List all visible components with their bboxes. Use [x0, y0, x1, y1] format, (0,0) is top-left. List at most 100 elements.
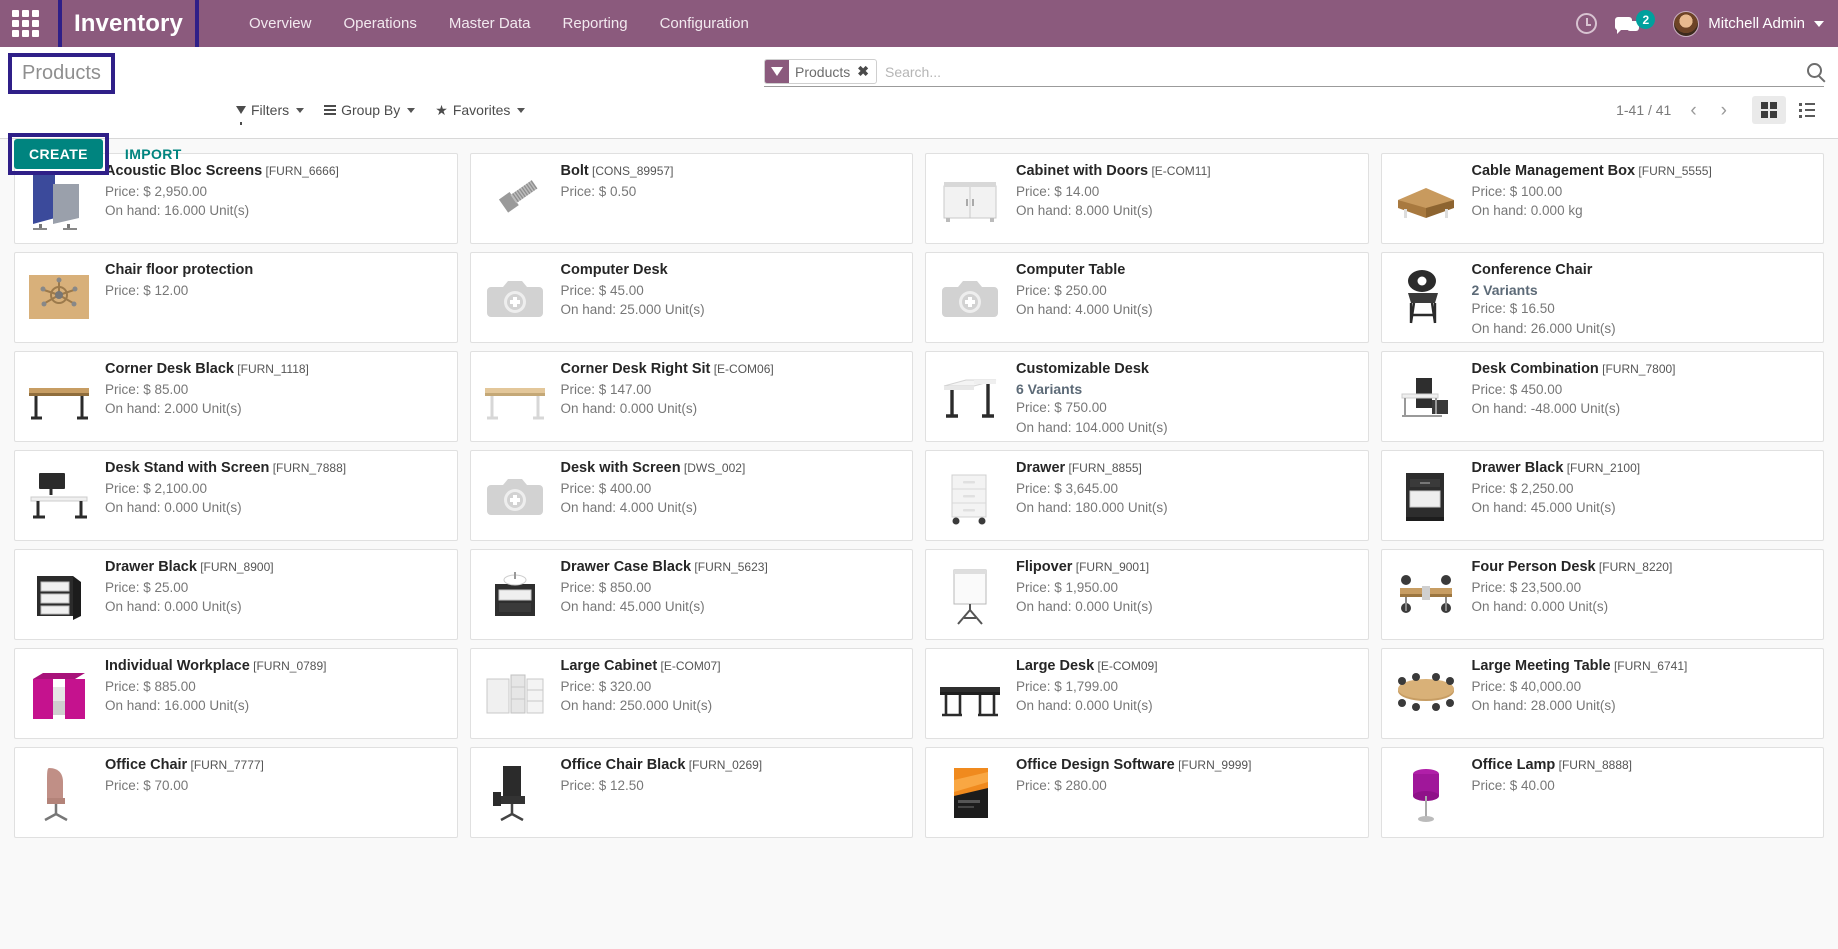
- product-price: Price: $ 400.00: [560, 480, 652, 496]
- product-name: Corner Desk Right Sit [E-COM06]: [560, 361, 774, 377]
- product-kanban-grid[interactable]: Acoustic Bloc Screens [FURN_6666] Price: …: [0, 139, 1838, 949]
- product-code: [DWS_002]: [680, 461, 746, 475]
- product-code: [E-COM11]: [1148, 164, 1211, 178]
- product-card[interactable]: Computer Table Price: $ 250.00 On hand: 4.…: [925, 252, 1369, 343]
- product-card[interactable]: Chair floor protection Price: $ 12.00: [14, 252, 458, 343]
- search-facet-remove-icon[interactable]: ✖: [856, 60, 876, 83]
- product-price: Price: $ 2,250.00: [1471, 480, 1574, 496]
- product-card[interactable]: Desk Stand with Screen [FURN_7888] Price:…: [14, 450, 458, 541]
- product-on-hand: On hand: 4.000 Unit(s): [1016, 302, 1153, 317]
- search-facet-products[interactable]: Products ✖: [764, 59, 877, 84]
- product-image: [477, 358, 553, 434]
- product-card-body: Office Design Software [FURN_9999] Price:…: [1016, 754, 1360, 831]
- product-card-body: Large Cabinet [E-COM07] Price: $ 320.00 On…: [561, 655, 905, 732]
- product-card-cell: Drawer Black [FURN_2100] Price: $ 2,250.0…: [1375, 446, 1831, 545]
- pager-previous-button[interactable]: ‹: [1685, 101, 1701, 120]
- product-name: Computer Table: [1016, 262, 1126, 278]
- product-code: [FURN_6741]: [1610, 659, 1688, 673]
- main-menu: Overview Operations Master Data Reportin…: [233, 8, 765, 39]
- product-card[interactable]: Office Design Software [FURN_9999] Price:…: [925, 747, 1369, 838]
- product-price: Price: $ 885.00: [105, 678, 196, 694]
- product-card[interactable]: Cabinet with Doors [E-COM11] Price: $ 14.…: [925, 153, 1369, 244]
- product-card[interactable]: Individual Workplace [FURN_0789] Price: $…: [14, 648, 458, 739]
- activities-button[interactable]: [1576, 13, 1598, 34]
- pager-zone: 1-41 / 41 ‹ ›: [1616, 96, 1824, 124]
- product-image: [477, 754, 553, 830]
- product-variants-count: 2 Variants: [1471, 281, 1538, 298]
- view-switcher-list[interactable]: [1790, 96, 1824, 124]
- product-card[interactable]: Drawer Black [FURN_2100] Price: $ 2,250.0…: [1380, 450, 1824, 541]
- funnel-icon: [236, 106, 246, 125]
- product-card[interactable]: Corner Desk Black [FURN_1118] Price: $ 85…: [14, 351, 458, 442]
- product-card[interactable]: Four Person Desk [FURN_8220] Price: $ 23,…: [1380, 549, 1824, 640]
- product-name: Large Cabinet [E-COM07]: [560, 658, 721, 674]
- favorites-dropdown[interactable]: ★ Favorites: [435, 102, 526, 118]
- product-card-cell: Office Lamp [FURN_8888] Price: $ 40.00: [1375, 743, 1831, 842]
- product-name: Office Lamp [FURN_8888]: [1471, 757, 1633, 773]
- product-on-hand: On hand: 0.000 Unit(s): [560, 401, 698, 416]
- menu-item-reporting[interactable]: Reporting: [547, 8, 644, 39]
- menu-item-configuration[interactable]: Configuration: [644, 8, 765, 39]
- product-card-cell: Drawer Black [FURN_8900] Price: $ 25.00 On…: [8, 545, 464, 644]
- search-icon[interactable]: [1807, 63, 1822, 78]
- product-card[interactable]: Corner Desk Right Sit [E-COM06] Price: $ …: [469, 351, 913, 442]
- product-name: Office Chair [FURN_7777]: [105, 757, 264, 773]
- product-card[interactable]: Large Meeting Table [FURN_6741] Price: $ …: [1380, 648, 1824, 739]
- control-panel-top-row: Products Products ✖: [8, 47, 1824, 94]
- product-card[interactable]: Drawer Black [FURN_8900] Price: $ 25.00 On…: [14, 549, 458, 640]
- user-menu[interactable]: Mitchell Admin: [1673, 10, 1824, 37]
- apps-grid-icon[interactable]: [8, 7, 42, 41]
- product-card[interactable]: Bolt [CONS_89957] Price: $ 0.50: [469, 153, 913, 244]
- import-button[interactable]: IMPORT: [113, 139, 194, 169]
- view-switcher-kanban[interactable]: [1752, 96, 1786, 124]
- pager-next-button[interactable]: ›: [1716, 101, 1732, 120]
- create-button[interactable]: CREATE: [14, 139, 103, 169]
- product-card[interactable]: Customizable Desk 6 Variants Price: $ 750.…: [925, 351, 1369, 442]
- product-image-placeholder-icon: [477, 457, 553, 533]
- product-card[interactable]: Office Lamp [FURN_8888] Price: $ 40.00: [1380, 747, 1824, 838]
- product-card-body: Flipover [FURN_9001] Price: $ 1,950.00 On …: [1016, 556, 1360, 633]
- product-card[interactable]: Desk Combination [FURN_7800] Price: $ 450…: [1380, 351, 1824, 442]
- product-on-hand: On hand: 250.000 Unit(s): [560, 698, 713, 713]
- product-card[interactable]: Desk with Screen [DWS_002] Price: $ 400.0…: [469, 450, 913, 541]
- product-card-body: Office Chair Black [FURN_0269] Price: $ 1…: [561, 754, 905, 831]
- filters-dropdown[interactable]: Filters: [236, 102, 305, 125]
- product-on-hand: On hand: 8.000 Unit(s): [1016, 203, 1153, 218]
- app-brand-inventory[interactable]: Inventory: [64, 6, 193, 42]
- menu-item-operations[interactable]: Operations: [327, 8, 432, 39]
- product-price: Price: $ 3,645.00: [1016, 480, 1119, 496]
- search-facet-label: Products: [795, 63, 851, 80]
- product-card[interactable]: Drawer Case Black [FURN_5623] Price: $ 85…: [469, 549, 913, 640]
- product-card[interactable]: Drawer [FURN_8855] Price: $ 3,645.00 On ha…: [925, 450, 1369, 541]
- chevron-down-icon: [407, 107, 416, 113]
- product-on-hand: On hand: 180.000 Unit(s): [1016, 500, 1168, 515]
- product-card-cell: Bolt [CONS_89957] Price: $ 0.50: [464, 149, 920, 248]
- product-card[interactable]: Flipover [FURN_9001] Price: $ 1,950.00 On …: [925, 549, 1369, 640]
- product-on-hand: On hand: -48.000 Unit(s): [1471, 401, 1621, 416]
- product-card[interactable]: Conference Chair 2 Variants Price: $ 16.50…: [1380, 252, 1824, 343]
- product-card-body: Corner Desk Right Sit [E-COM06] Price: $ …: [561, 358, 905, 435]
- product-card[interactable]: Office Chair [FURN_7777] Price: $ 70.00: [14, 747, 458, 838]
- menu-item-overview[interactable]: Overview: [233, 8, 328, 39]
- product-card[interactable]: Computer Desk Price: $ 45.00 On hand: 25.0…: [469, 252, 913, 343]
- product-card[interactable]: Cable Management Box [FURN_5555] Price: $…: [1380, 153, 1824, 244]
- product-card[interactable]: Large Cabinet [E-COM07] Price: $ 320.00 On…: [469, 648, 913, 739]
- messages-button[interactable]: 2: [1615, 10, 1656, 34]
- product-name: Desk Combination [FURN_7800]: [1471, 361, 1676, 377]
- product-price: Price: $ 40.00: [1471, 777, 1555, 793]
- menu-item-master-data[interactable]: Master Data: [433, 8, 547, 39]
- product-price: Price: $ 750.00: [1016, 400, 1107, 416]
- product-card-cell: Large Desk [E-COM09] Price: $ 1,799.00 On …: [919, 644, 1375, 743]
- breadcrumb[interactable]: Products: [14, 59, 109, 88]
- product-card-body: Desk with Screen [DWS_002] Price: $ 400.0…: [561, 457, 905, 534]
- product-card-cell: Conference Chair 2 Variants Price: $ 16.50…: [1375, 248, 1831, 347]
- product-price: Price: $ 25.00: [105, 579, 189, 595]
- group-by-dropdown[interactable]: Group By: [324, 102, 416, 118]
- search-input[interactable]: [876, 59, 1801, 84]
- product-code: [FURN_2100]: [1563, 461, 1641, 475]
- product-card-body: Office Lamp [FURN_8888] Price: $ 40.00: [1472, 754, 1816, 831]
- product-name: Office Design Software [FURN_9999]: [1016, 757, 1252, 773]
- product-name: Office Chair Black [FURN_0269]: [560, 757, 763, 773]
- product-card[interactable]: Office Chair Black [FURN_0269] Price: $ 1…: [469, 747, 913, 838]
- product-card[interactable]: Large Desk [E-COM09] Price: $ 1,799.00 On …: [925, 648, 1369, 739]
